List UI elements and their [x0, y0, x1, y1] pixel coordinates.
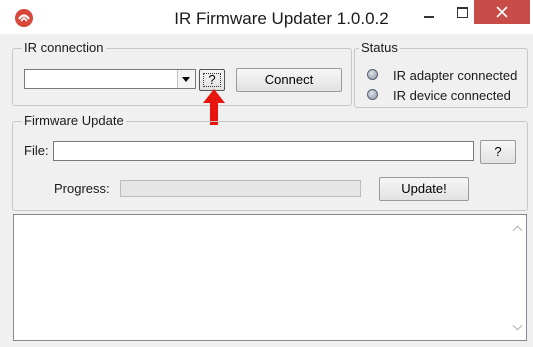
progress-bar — [120, 180, 361, 197]
app-window: IR Firmware Updater 1.0.0.2 IR connectio… — [0, 0, 533, 347]
focus-rect — [203, 73, 221, 87]
file-path-input[interactable] — [53, 141, 474, 161]
status-adapter-label: IR adapter connected — [393, 68, 518, 83]
update-button[interactable]: Update! — [379, 177, 469, 201]
status-led-icon — [367, 89, 378, 100]
scroll-up-icon[interactable] — [513, 224, 523, 232]
firmware-update-legend: Firmware Update — [22, 113, 126, 129]
status-device-label: IR device connected — [393, 88, 511, 103]
port-select[interactable] — [24, 69, 196, 89]
close-icon — [496, 6, 508, 18]
red-arrow-up-icon — [203, 89, 225, 125]
connect-button[interactable]: Connect — [236, 68, 342, 92]
progress-label: Progress: — [54, 181, 110, 196]
scroll-down-icon[interactable] — [513, 323, 523, 331]
connection-help-button[interactable]: ? — [199, 69, 225, 91]
ir-connection-legend: IR connection — [22, 40, 106, 56]
minimize-button[interactable] — [412, 0, 446, 28]
status-led-icon — [367, 69, 378, 80]
log-output[interactable] — [13, 214, 527, 341]
close-button[interactable] — [474, 0, 530, 24]
chevron-down-icon[interactable] — [177, 70, 195, 88]
browse-file-button[interactable]: ? — [480, 140, 516, 164]
status-legend: Status — [359, 40, 400, 56]
title-bar: IR Firmware Updater 1.0.0.2 — [0, 0, 533, 34]
file-label: File: — [24, 143, 49, 158]
